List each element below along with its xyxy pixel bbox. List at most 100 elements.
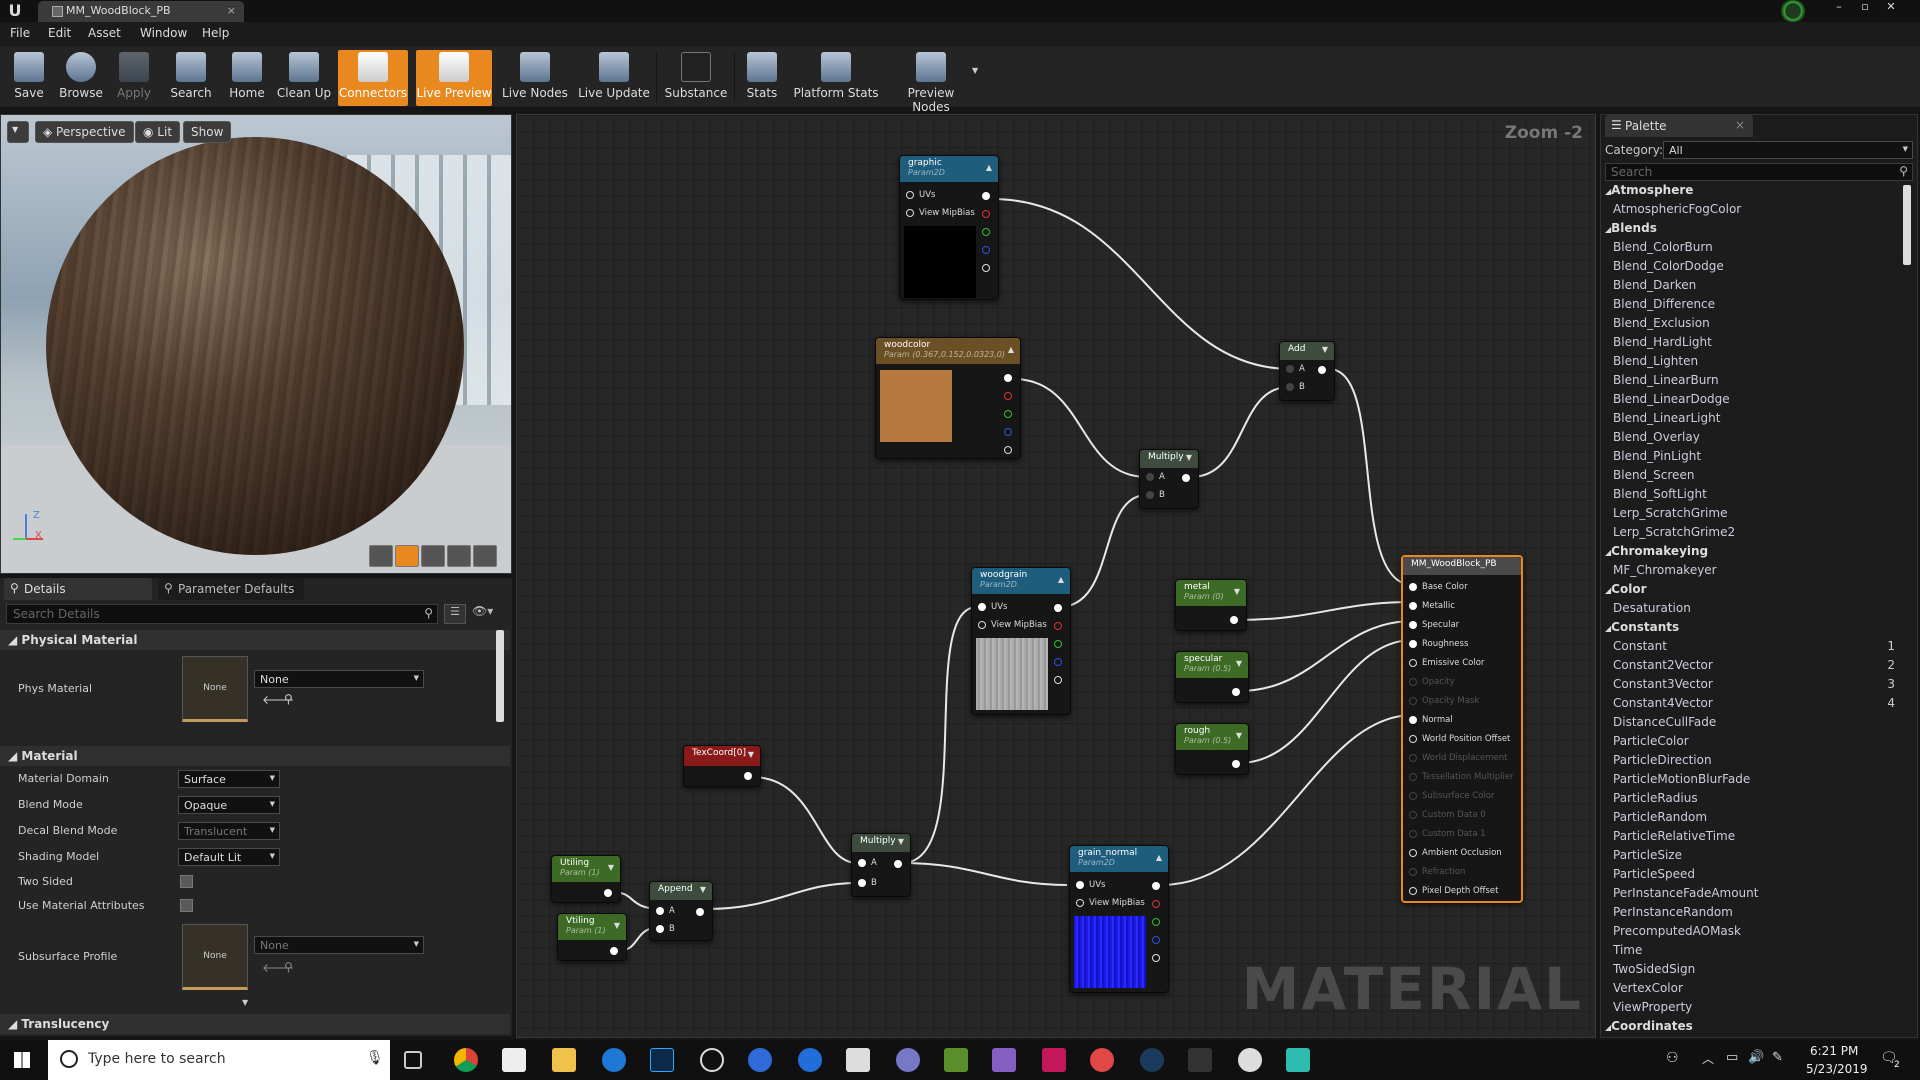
search-button[interactable]: Search xyxy=(164,50,218,106)
steam-icon[interactable] xyxy=(1140,1048,1164,1072)
output-a-pin[interactable] xyxy=(1054,676,1062,684)
search-details-input[interactable]: Search Details ⚲ xyxy=(6,604,438,624)
output-rgb-pin[interactable] xyxy=(1004,374,1012,382)
pin-a[interactable]: A xyxy=(858,858,877,868)
palette-item[interactable]: Blend_Darken xyxy=(1613,278,1696,292)
close-tab-icon[interactable]: × xyxy=(227,4,236,17)
output-pin[interactable] xyxy=(1318,366,1326,374)
output-g-pin[interactable] xyxy=(982,228,990,236)
output-a-pin[interactable] xyxy=(982,264,990,272)
preview-nodes-button[interactable]: Preview Nodes xyxy=(888,50,974,114)
clock-time[interactable]: 6:21 PM xyxy=(1810,1044,1858,1058)
browse-button[interactable]: Browse xyxy=(56,50,106,106)
pen-icon[interactable]: ✎ xyxy=(1772,1050,1783,1065)
blend-mode-dropdown[interactable]: Opaque xyxy=(178,796,280,814)
store-icon[interactable] xyxy=(502,1048,526,1072)
palette-item[interactable]: Blend_Overlay xyxy=(1613,430,1700,444)
browse-asset-icon[interactable]: ⚲ xyxy=(284,960,293,974)
collapse-arrow-icon[interactable]: ▼ xyxy=(898,837,904,846)
node-texcoord[interactable]: TexCoord[0] ▼ xyxy=(683,745,761,787)
preview-sphere-icon[interactable] xyxy=(395,545,419,567)
discord-icon[interactable] xyxy=(1090,1048,1114,1072)
preview-plane-icon[interactable] xyxy=(421,545,445,567)
palette-item[interactable]: Blend_HardLight xyxy=(1613,335,1712,349)
palette-item[interactable]: ParticleRelativeTime xyxy=(1613,829,1735,843)
collapse-arrow-icon[interactable]: ▼ xyxy=(700,885,706,894)
output-pin[interactable] xyxy=(744,772,752,780)
lit-button[interactable]: ◉ Lit xyxy=(135,121,181,143)
edge-icon[interactable] xyxy=(602,1048,626,1072)
output-b-pin[interactable] xyxy=(1152,936,1160,944)
node-metal[interactable]: metal Param (0) ▼ xyxy=(1175,579,1247,631)
node-specular[interactable]: specular Param (0.5) ▼ xyxy=(1175,651,1249,703)
unreal-engine-icon[interactable] xyxy=(1238,1048,1262,1072)
apply-button[interactable]: Apply xyxy=(110,50,158,106)
palette-category[interactable]: ◢Color xyxy=(1605,582,1646,596)
microphone-icon[interactable]: 🎙 xyxy=(366,1050,384,1066)
output-g-pin[interactable] xyxy=(1152,918,1160,926)
result-input-pin[interactable]: Normal xyxy=(1409,715,1453,725)
collapse-arrow-icon[interactable]: ▼ xyxy=(1236,659,1242,668)
minimize-icon[interactable]: – xyxy=(1828,0,1850,14)
document-tab[interactable]: MM_WoodBlock_PB × xyxy=(38,1,244,22)
platform-stats-button[interactable]: Platform Stats xyxy=(792,50,880,106)
output-rgb-pin[interactable] xyxy=(1054,604,1062,612)
material-editor-icon[interactable] xyxy=(1286,1048,1310,1072)
collapse-arrow-icon[interactable]: ▼ xyxy=(1236,731,1242,740)
menu-file[interactable]: File xyxy=(10,26,30,40)
palette-item[interactable]: Blend_Screen xyxy=(1613,468,1694,482)
collapse-arrow-icon[interactable]: ▼ xyxy=(614,921,620,930)
home-button[interactable]: Home xyxy=(222,50,272,106)
app-icon[interactable] xyxy=(700,1048,724,1072)
output-pin[interactable] xyxy=(894,860,902,868)
palette-item[interactable]: Constant4Vector xyxy=(1613,696,1713,710)
palette-item[interactable]: TwoSidedSign xyxy=(1613,962,1695,976)
translucency-section[interactable]: ◢ Translucency xyxy=(0,1014,510,1034)
app-icon[interactable] xyxy=(748,1048,772,1072)
collapse-arrow-icon[interactable]: ▲ xyxy=(1058,575,1064,584)
menu-window[interactable]: Window xyxy=(140,26,187,40)
palette-item[interactable]: Constant2Vector xyxy=(1613,658,1713,672)
network-icon[interactable]: ▭ xyxy=(1726,1050,1738,1065)
save-button[interactable]: Save xyxy=(6,50,52,106)
collapse-arrow-icon[interactable]: ▼ xyxy=(1234,587,1240,596)
clock-date[interactable]: 5/23/2019 xyxy=(1806,1062,1868,1076)
category-dropdown[interactable]: All xyxy=(1663,141,1913,159)
material-domain-dropdown[interactable]: Surface xyxy=(178,770,280,788)
collapse-arrow-icon[interactable]: ▼ xyxy=(748,750,754,759)
material-graph[interactable]: graphic Param2D ▲ UVs View MipBias woodcol… xyxy=(516,114,1596,1038)
tab-details[interactable]: ⚲ Details xyxy=(4,578,152,600)
node-utiling[interactable]: Utiling Param (1) ▼ xyxy=(551,855,621,903)
palette-item[interactable]: ViewProperty xyxy=(1613,1000,1692,1014)
palette-item[interactable]: Time xyxy=(1613,943,1642,957)
live-preview-button[interactable]: Live Preview xyxy=(416,50,492,106)
result-input-pin[interactable]: Base Color xyxy=(1409,582,1468,592)
live-nodes-button[interactable]: Live Nodes xyxy=(500,50,570,106)
node-woodcolor[interactable]: woodcolor Param (0.367,0.152,0.0323,0) ▲ xyxy=(875,337,1021,459)
visibility-icon[interactable]: 👁▾ xyxy=(472,604,493,618)
palette-item[interactable]: MF_Chromakeyer xyxy=(1613,563,1717,577)
connectors-button[interactable]: Connectors xyxy=(338,50,408,106)
collapse-arrow-icon[interactable]: ▼ xyxy=(1322,345,1328,354)
output-pin[interactable] xyxy=(1182,474,1190,482)
view-options-icon[interactable]: ☰ xyxy=(444,604,466,624)
epic-games-icon[interactable] xyxy=(1188,1048,1212,1072)
output-pin[interactable] xyxy=(1232,760,1240,768)
preview-mesh-icon[interactable] xyxy=(473,545,497,567)
app-icon[interactable] xyxy=(798,1048,822,1072)
node-append[interactable]: Append ▼ A B xyxy=(649,881,713,941)
node-multiply-1[interactable]: Multiply ▼ A B xyxy=(1139,449,1199,509)
palette-item[interactable]: Blend_LinearBurn xyxy=(1613,373,1719,387)
phys-material-dropdown[interactable]: None xyxy=(254,670,424,688)
node-woodgrain[interactable]: woodgrain Param2D ▲ UVs View MipBias xyxy=(971,567,1071,715)
palette-item[interactable]: ParticleDirection xyxy=(1613,753,1712,767)
result-input-pin[interactable]: Specular xyxy=(1409,620,1459,630)
output-b-pin[interactable] xyxy=(1054,658,1062,666)
collapse-arrow-icon[interactable]: ▲ xyxy=(1008,345,1014,354)
output-pin[interactable] xyxy=(610,947,618,955)
result-input-pin[interactable]: Emissive Color xyxy=(1409,658,1484,668)
output-pin[interactable] xyxy=(1230,616,1238,624)
visual-studio-icon[interactable] xyxy=(992,1048,1016,1072)
palette-category[interactable]: ◢Atmosphere xyxy=(1605,183,1693,197)
phys-material-thumbnail[interactable]: None xyxy=(182,656,248,722)
